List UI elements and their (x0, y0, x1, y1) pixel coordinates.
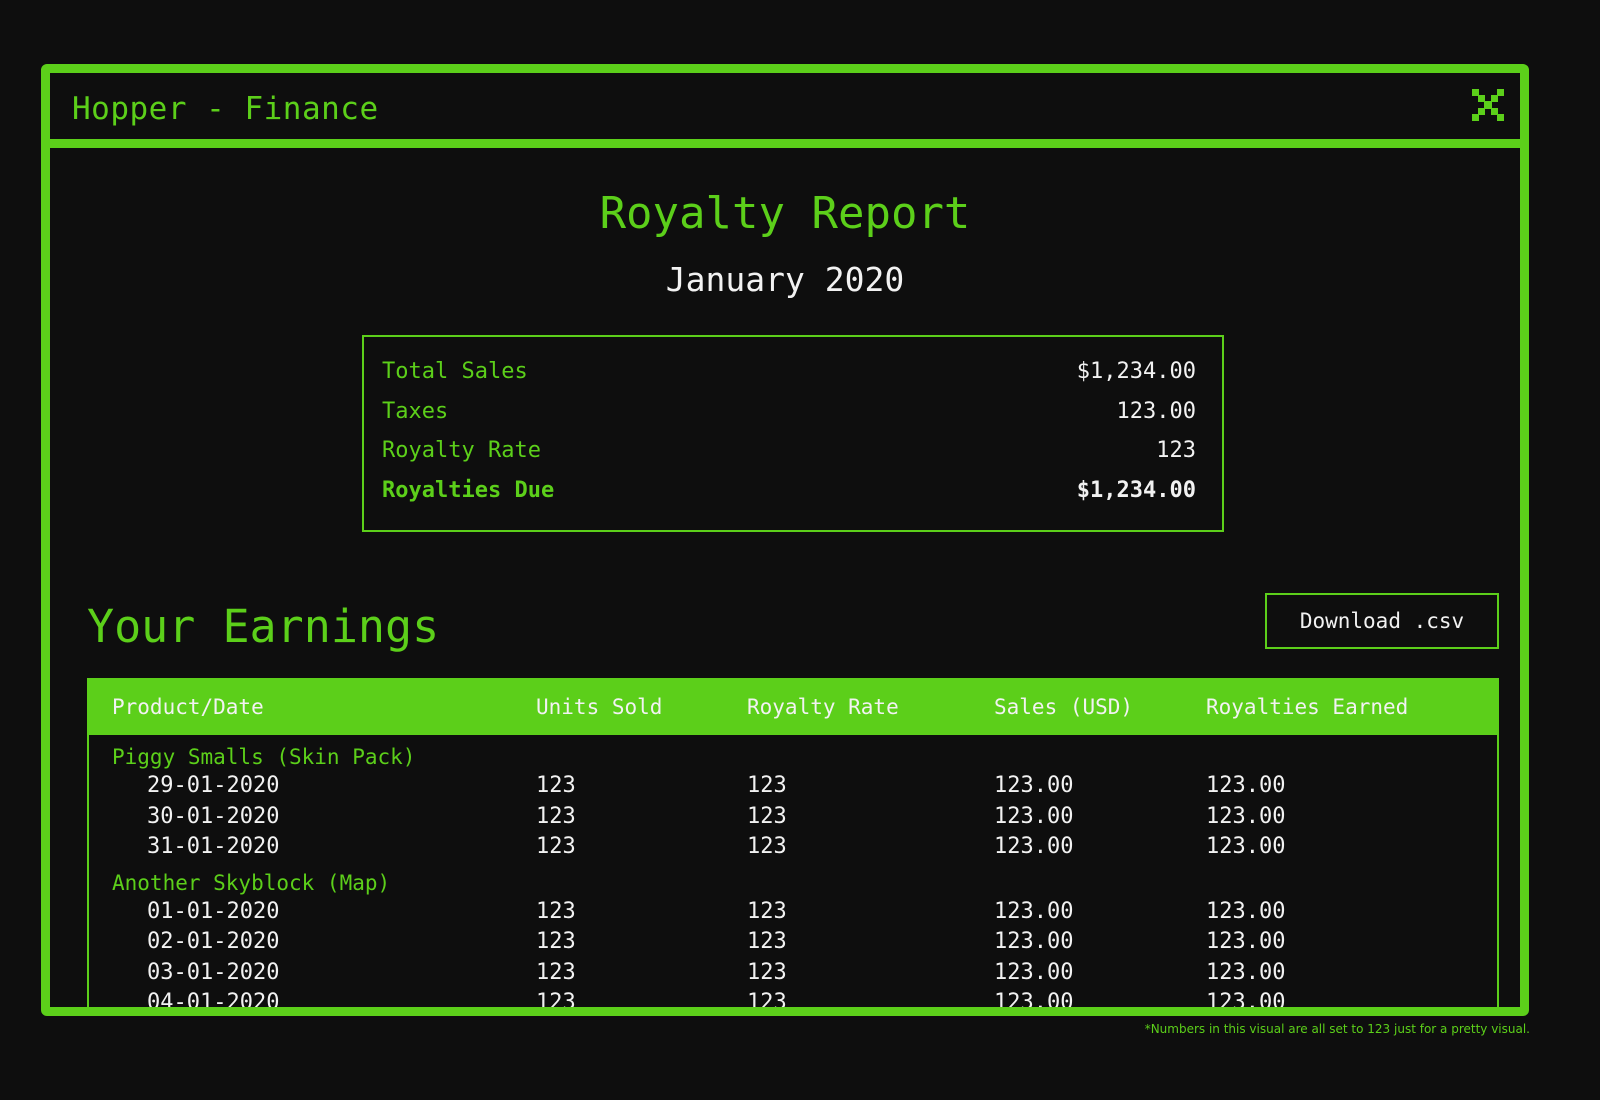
row-date: 02-01-2020 (147, 929, 280, 954)
row-units: 123 (536, 959, 576, 985)
summary-label: Royalty Rate (382, 438, 541, 463)
product-group-header: Piggy Smalls (Skin Pack) (89, 735, 1497, 769)
row-rate: 123 (747, 898, 787, 924)
summary-label: Total Sales (382, 359, 528, 384)
row-units: 123 (536, 929, 576, 954)
row-rate: 123 (747, 990, 787, 1015)
earnings-title: Your Earnings (87, 600, 440, 653)
row-royalties: 123.00 (1206, 773, 1286, 798)
row-units: 123 (536, 834, 576, 859)
summary-box: Total Sales $1,234.00 Taxes 123.00 Royal… (362, 335, 1224, 532)
column-header[interactable]: Units Sold (536, 695, 662, 719)
earnings-table: Product/Date Units Sold Royalty Rate Sal… (87, 678, 1499, 1015)
table-row: 01-01-2020 123 123 123.00 123.00 (89, 895, 1497, 926)
product-name: Piggy Smalls (Skin Pack) (112, 745, 416, 769)
table-header: Product/Date Units Sold Royalty Rate Sal… (89, 678, 1497, 735)
row-rate: 123 (747, 929, 787, 954)
table-row: 04-01-2020 123 123 123.00 123.00 (89, 986, 1497, 1015)
row-rate: 123 (747, 773, 787, 798)
table-row: 02-01-2020 123 123 123.00 123.00 (89, 925, 1497, 956)
footnote: *Numbers in this visual are all set to 1… (1144, 1022, 1530, 1036)
summary-value: $1,234.00 (1076, 477, 1196, 503)
app-window: Hopper - Finance Royalty Report January … (41, 64, 1529, 1016)
row-royalties: 123.00 (1206, 929, 1286, 954)
row-rate: 123 (747, 959, 787, 985)
row-date: 31-01-2020 (147, 834, 280, 859)
table-row: 03-01-2020 123 123 123.00 123.00 (89, 956, 1497, 987)
row-royalties: 123.00 (1206, 898, 1286, 924)
row-sales: 123.00 (994, 898, 1074, 924)
row-units: 123 (536, 990, 576, 1015)
product-name: Another Skyblock (Map) (112, 870, 391, 895)
summary-label: Taxes (382, 398, 449, 424)
row-sales: 123.00 (994, 990, 1074, 1015)
summary-row-royalty-rate: Royalty Rate 123 (382, 436, 1196, 476)
summary-row-total-sales: Total Sales $1,234.00 (382, 357, 1196, 397)
row-royalties: 123.00 (1206, 834, 1286, 859)
summary-row-royalties-due: Royalties Due $1,234.00 (382, 476, 1196, 516)
title-bar: Hopper - Finance (50, 73, 1520, 148)
window-title: Hopper - Finance (72, 91, 379, 127)
column-header[interactable]: Product/Date (112, 695, 264, 719)
close-icon[interactable] (1470, 87, 1506, 123)
row-date: 03-01-2020 (147, 959, 280, 985)
table-row: 29-01-2020 123 123 123.00 123.00 (89, 769, 1497, 800)
row-royalties: 123.00 (1206, 990, 1286, 1015)
row-date: 01-01-2020 (147, 898, 280, 924)
row-units: 123 (536, 898, 576, 924)
summary-value: 123 (1156, 438, 1196, 463)
column-header[interactable]: Royalty Rate (747, 695, 899, 719)
row-date: 30-01-2020 (147, 803, 280, 829)
summary-value: $1,234.00 (1076, 359, 1196, 384)
table-row: 30-01-2020 123 123 123.00 123.00 (89, 800, 1497, 831)
row-date: 29-01-2020 (147, 773, 280, 798)
summary-label: Royalties Due (382, 477, 555, 503)
row-units: 123 (536, 803, 576, 829)
window-content: Royalty Report January 2020 Total Sales … (50, 148, 1520, 1015)
row-sales: 123.00 (994, 929, 1074, 954)
table-row: 31-01-2020 123 123 123.00 123.00 (89, 830, 1497, 861)
report-title: Royalty Report (599, 188, 971, 239)
product-group-header: Another Skyblock (Map) (89, 861, 1497, 895)
row-sales: 123.00 (994, 959, 1074, 985)
summary-value: 123.00 (1116, 398, 1196, 424)
row-units: 123 (536, 773, 576, 798)
report-period: January 2020 (665, 260, 905, 299)
row-royalties: 123.00 (1206, 959, 1286, 985)
row-date: 04-01-2020 (147, 990, 280, 1015)
row-sales: 123.00 (994, 803, 1074, 829)
summary-row-taxes: Taxes 123.00 (382, 397, 1196, 437)
row-rate: 123 (747, 803, 787, 829)
row-royalties: 123.00 (1206, 803, 1286, 829)
column-header[interactable]: Royalties Earned (1206, 695, 1408, 719)
row-sales: 123.00 (994, 773, 1074, 798)
download-csv-button[interactable]: Download .csv (1265, 593, 1499, 649)
column-header[interactable]: Sales (USD) (994, 695, 1133, 719)
row-rate: 123 (747, 834, 787, 859)
row-sales: 123.00 (994, 834, 1074, 859)
